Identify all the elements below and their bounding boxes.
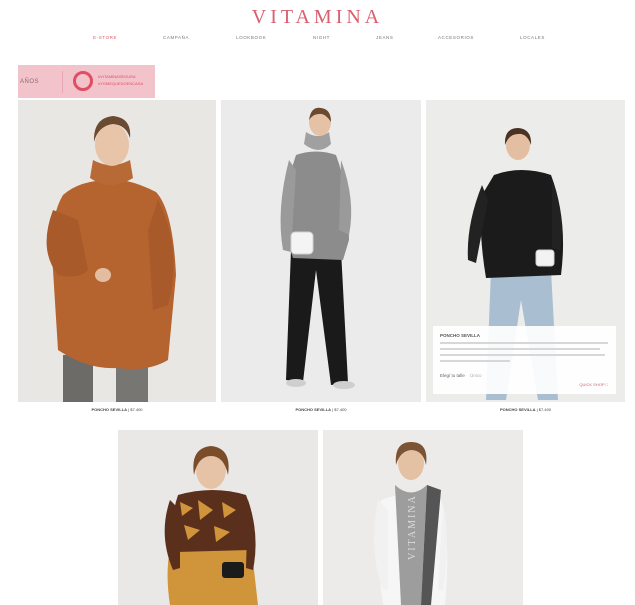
description-text-lines bbox=[440, 342, 608, 362]
promo-hashtag-2: #YOMEQUEDOENCASA bbox=[98, 81, 144, 86]
promo-divider bbox=[62, 71, 63, 93]
product-name-3: PONCHO SEVILLA bbox=[499, 407, 536, 412]
product-price-3: $7.400 bbox=[538, 407, 552, 412]
product-image-5[interactable]: VITAMINA bbox=[323, 430, 523, 605]
anniversary-ring-icon bbox=[73, 71, 93, 91]
nav-night[interactable]: NIGHT bbox=[313, 35, 330, 40]
quick-shop-label: QUICK SHOP bbox=[579, 382, 605, 387]
size-label: Elegí tu talle bbox=[440, 373, 465, 378]
nav-e-store[interactable]: E-STORE bbox=[93, 35, 117, 40]
product-price-1: $7.400 bbox=[130, 407, 143, 412]
bag-icon: □ bbox=[605, 382, 608, 387]
product-photo-grey-poncho bbox=[221, 100, 421, 402]
product-price-2: $7.400 bbox=[334, 407, 347, 412]
nav-lookbook[interactable]: LOOKBOOK bbox=[236, 35, 266, 40]
product-caption-3[interactable]: PONCHO SEVILLA | $7.400 bbox=[426, 407, 625, 412]
product-photo-tiger-sweater bbox=[118, 430, 318, 605]
product-image-2[interactable] bbox=[221, 100, 421, 402]
svg-text:VITAMINA: VITAMINA bbox=[407, 494, 418, 560]
product-photo-grey-scarf: VITAMINA bbox=[323, 430, 523, 605]
product-image-1[interactable] bbox=[18, 100, 216, 402]
nav-campana[interactable]: CAMPAÑA bbox=[163, 35, 189, 40]
promo-years-text: AÑOS bbox=[20, 79, 40, 85]
product-caption-2[interactable]: PONCHO SEVILLA | $7.400 bbox=[221, 407, 421, 412]
brand-logo[interactable]: VITAMINA bbox=[0, 6, 635, 29]
product-photo-orange-poncho bbox=[18, 100, 216, 402]
product-name-2: PONCHO SEVILLA bbox=[295, 407, 332, 412]
quick-view-description-placeholder bbox=[440, 340, 610, 370]
nav-jeans[interactable]: JEANS bbox=[376, 35, 394, 40]
size-value[interactable]: Único bbox=[470, 373, 482, 378]
promo-hashtag-1: #VITAMINASEGURA bbox=[98, 74, 136, 79]
quick-view-title: PONCHO SEVILLA bbox=[440, 333, 481, 338]
product-name-1: PONCHO SEVILLA bbox=[91, 407, 128, 412]
product-image-4[interactable] bbox=[118, 430, 318, 605]
quick-shop-button[interactable]: QUICK SHOP □ bbox=[579, 382, 608, 387]
nav-locales[interactable]: LOCALES bbox=[520, 35, 545, 40]
size-selector[interactable]: Elegí tu talle Único bbox=[440, 373, 482, 378]
nav-accesorios[interactable]: ACCESORIOS bbox=[438, 35, 474, 40]
promo-banner[interactable]: AÑOS #VITAMINASEGURA #YOMEQUEDOENCASA bbox=[18, 65, 155, 98]
quick-view-panel: PONCHO SEVILLA Elegí tu talle Único QUIC… bbox=[433, 326, 616, 394]
product-caption-1[interactable]: PONCHO SEVILLA | $7.400 bbox=[18, 407, 216, 412]
